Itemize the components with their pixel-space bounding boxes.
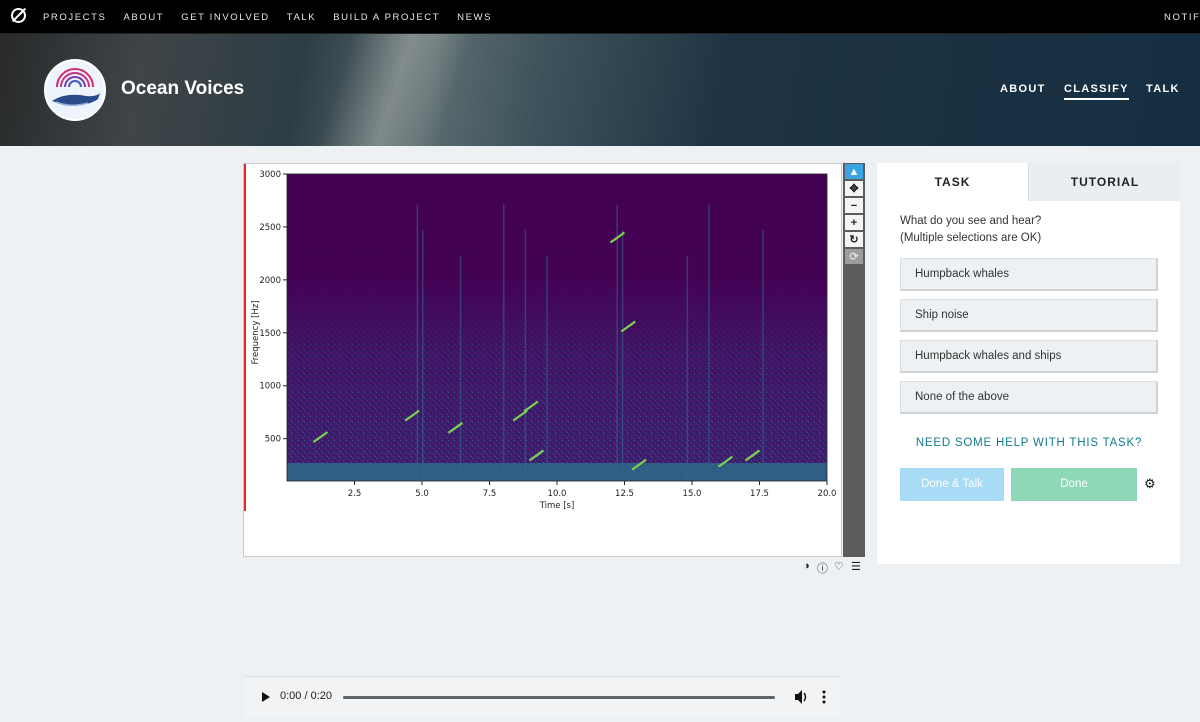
done-and-talk-button[interactable]: Done & Talk (900, 468, 1004, 501)
x-tick-label: 15.0 (683, 489, 702, 499)
project-nav-about[interactable]: ABOUT (1000, 83, 1046, 95)
project-nav-classify[interactable]: CLASSIFY (1064, 83, 1129, 100)
project-header: Ocean Voices ABOUT CLASSIFY TALK (0, 34, 1200, 146)
transient-streak (762, 230, 764, 481)
zoom-in-icon[interactable]: + (845, 215, 863, 230)
y-tick-label: 3000 (259, 170, 281, 180)
y-tick-label: 2000 (259, 276, 281, 286)
transient-streak (686, 255, 689, 481)
x-tick-label: 10.0 (548, 489, 567, 499)
nav-build-a-project[interactable]: BUILD A PROJECT (333, 12, 440, 23)
audio-time: 0:00 / 0:20 (280, 690, 332, 702)
spectrogram-image[interactable]: 2.5 5.0 7.5 10.0 12.5 15.0 17.5 20.0 500 1000 1500… (246, 164, 843, 511)
project-nav-talk[interactable]: TALK (1146, 83, 1180, 95)
task-question-line2: (Multiple selections are OK) (900, 232, 1042, 244)
nav-notifications[interactable]: NOTIFI (1164, 12, 1200, 23)
answer-humpback-whales[interactable]: Humpback whales (900, 258, 1158, 291)
transient-streak (524, 230, 527, 481)
volume-icon[interactable] (795, 690, 807, 704)
audio-progress-track[interactable] (343, 696, 775, 699)
nav-get-involved[interactable]: GET INVOLVED (181, 12, 270, 23)
transient-streak (459, 255, 462, 481)
project-title[interactable]: Ocean Voices (121, 78, 244, 100)
info-icon[interactable]: ⓘ (817, 560, 828, 576)
transient-streak (621, 230, 624, 481)
transient-streak (422, 230, 424, 481)
zoom-out-icon[interactable]: − (845, 198, 863, 213)
transient-streak (546, 255, 548, 481)
x-tick-label: 17.5 (750, 489, 769, 499)
rotate-icon[interactable]: ↻ (845, 232, 863, 247)
done-button[interactable]: Done (1011, 468, 1137, 501)
audio-player: 0:00 / 0:20 (245, 676, 841, 717)
x-axis-label: Time [s] (539, 501, 575, 511)
transient-streak (503, 204, 505, 481)
nav-projects[interactable]: PROJECTS (43, 12, 106, 23)
spectrogram-background (287, 174, 827, 481)
task-panel: TASK TUTORIAL What do you see and hear? … (877, 163, 1181, 564)
x-tick-label: 20.0 (818, 489, 837, 499)
top-navigation: PROJECTS ABOUT GET INVOLVED TALK BUILD A… (0, 0, 1200, 34)
answer-none-of-the-above[interactable]: None of the above (900, 381, 1158, 414)
x-tick-label: 5.0 (415, 489, 429, 499)
transient-streak (616, 204, 618, 481)
nav-news[interactable]: NEWS (457, 12, 492, 23)
x-tick-label: 12.5 (615, 489, 634, 499)
answer-ship-noise[interactable]: Ship noise (900, 299, 1158, 332)
viewer-toolbar: ▲ ✥ − + ↻ ⟳ (843, 163, 865, 557)
move-icon[interactable]: ✥ (845, 181, 863, 196)
y-tick-label: 500 (265, 435, 281, 445)
nav-about[interactable]: ABOUT (123, 12, 164, 23)
main-nav-links: PROJECTS ABOUT GET INVOLVED TALK BUILD A… (43, 12, 509, 23)
zooniverse-logo-icon[interactable] (11, 8, 26, 23)
y-tick-label: 1500 (259, 329, 281, 339)
favorite-heart-icon[interactable]: ♡ (834, 560, 844, 573)
need-help-link[interactable]: NEED SOME HELP WITH THIS TASK? (900, 437, 1158, 449)
reset-icon[interactable]: ⟳ (845, 249, 863, 264)
y-axis-label: Frequency [Hz] (251, 300, 261, 364)
task-question: What do you see and hear? (Multiple sele… (900, 213, 1041, 247)
x-tick-label: 7.5 (483, 489, 497, 499)
gear-icon[interactable]: ⚙ (1144, 476, 1156, 492)
y-tick-label: 1000 (259, 382, 281, 392)
x-tick-label: 2.5 (348, 489, 362, 499)
subject-viewer: 2.5 5.0 7.5 10.0 12.5 15.0 17.5 20.0 500 1000 1500… (243, 163, 843, 717)
tab-task[interactable]: TASK (877, 163, 1028, 201)
contrast-icon[interactable]: ◑ (803, 560, 810, 572)
task-question-line1: What do you see and hear? (900, 215, 1042, 227)
y-tick-label: 2500 (259, 223, 281, 233)
transient-streak (708, 204, 710, 481)
more-options-icon[interactable] (822, 690, 826, 704)
project-avatar[interactable] (44, 59, 106, 121)
nav-talk[interactable]: TALK (287, 12, 316, 23)
tab-tutorial[interactable]: TUTORIAL (1028, 163, 1181, 201)
collections-list-icon[interactable]: ☰ (851, 560, 861, 573)
transient-streak (416, 204, 419, 481)
answer-humpback-whales-and-ships[interactable]: Humpback whales and ships (900, 340, 1158, 373)
play-icon[interactable] (262, 692, 270, 702)
low-frequency-band (287, 463, 827, 481)
header-background-image (300, 34, 480, 146)
pointer-icon[interactable]: ▲ (845, 164, 863, 179)
